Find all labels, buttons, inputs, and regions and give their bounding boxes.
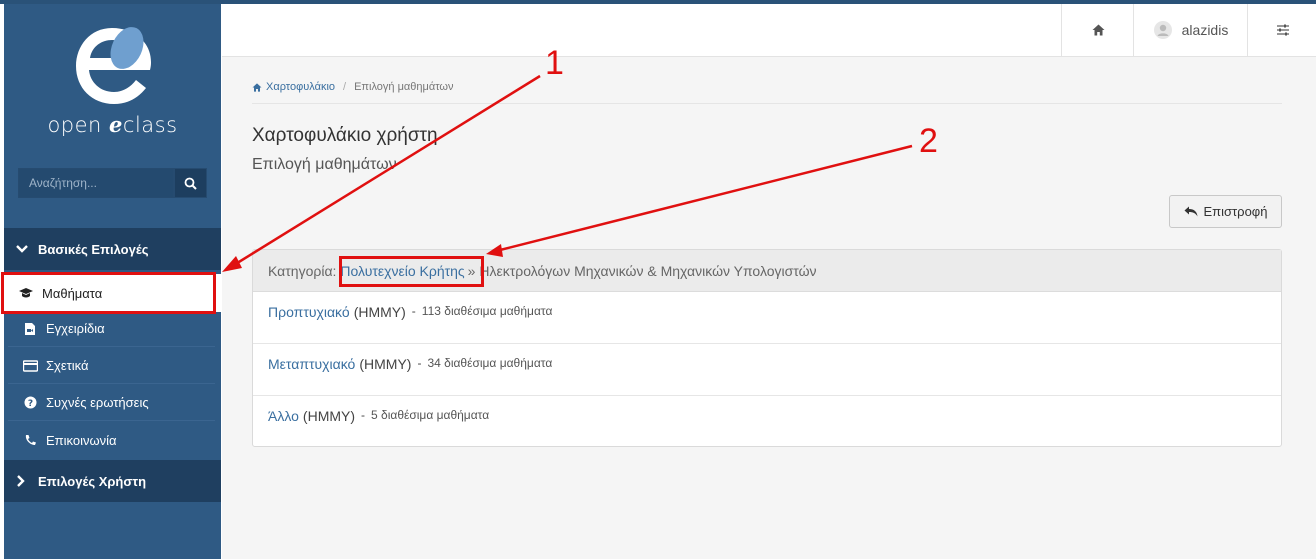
- department-code: (ΗΜΜΥ): [359, 356, 412, 372]
- chevron-right-icon: [16, 475, 30, 487]
- section-user-options-label: Επιλογές Χρήστη: [38, 473, 147, 489]
- video-file-icon: [22, 322, 38, 336]
- back-button-label: Επιστροφή: [1203, 204, 1268, 219]
- sidebar-item-contact[interactable]: Επικοινωνία: [8, 422, 215, 458]
- breadcrumb-separator: /: [343, 81, 347, 93]
- logo-word-class: class: [122, 113, 178, 137]
- main-content: Χαρτοφυλάκιο / Επιλογή μαθημάτων Χαρτοφυ…: [222, 57, 1316, 559]
- sidebar-item-about[interactable]: Σχετικά: [8, 348, 215, 384]
- sidebar-item-manuals[interactable]: Εγχειρίδια: [8, 311, 215, 347]
- list-item: Μεταπτυχιακό (ΗΜΜΥ) - 34 διαθέσιμα μαθήμ…: [253, 344, 1281, 396]
- sidebar-item-faq-label: Συχνές ερωτήσεις: [46, 395, 149, 410]
- course-level-link[interactable]: Άλλο: [268, 408, 299, 424]
- logo-word-e: e: [109, 112, 123, 137]
- settings-toggle-button[interactable]: [1247, 4, 1316, 56]
- sidebar-item-faq[interactable]: ? Συχνές ερωτήσεις: [8, 385, 215, 421]
- category-prefix: Κατηγορία:: [268, 262, 337, 279]
- phone-icon: [22, 433, 38, 447]
- logo[interactable]: open eclass: [4, 4, 221, 154]
- course-count: 5 διαθέσιμα μαθήματα: [371, 408, 490, 422]
- credit-card-icon: [22, 359, 38, 373]
- logo-word-open: open: [47, 113, 102, 137]
- course-level-link[interactable]: Μεταπτυχιακό: [268, 356, 355, 372]
- page-subtitle: Επιλογή μαθημάτων: [252, 156, 397, 173]
- course-count: 113 διαθέσιμα μαθήματα: [421, 304, 553, 318]
- breadcrumb: Χαρτοφυλάκιο / Επιλογή μαθημάτων: [252, 81, 453, 93]
- home-icon: [252, 82, 262, 92]
- annotation-box-2: [339, 256, 484, 287]
- sliders-icon: [1276, 24, 1289, 36]
- separator-dash: -: [417, 356, 422, 370]
- section-user-options[interactable]: Επιλογές Χρήστη: [4, 460, 221, 502]
- separator-dash: -: [361, 408, 366, 422]
- question-circle-icon: ?: [22, 396, 38, 410]
- category-path: » Ηλεκτρολόγων Μηχανικών & Μηχανικών Υπο…: [467, 262, 817, 279]
- eclass-logo-icon: [76, 27, 151, 104]
- user-menu[interactable]: alazidis: [1133, 4, 1248, 56]
- svg-text:?: ?: [27, 399, 32, 409]
- breadcrumb-home-label: Χαρτοφυλάκιο: [266, 81, 336, 93]
- annotation-number-2: 2: [919, 122, 938, 160]
- home-icon: [1092, 24, 1104, 36]
- section-basic-options[interactable]: Βασικές Επιλογές: [4, 228, 221, 270]
- list-item: Προπτυχιακό (ΗΜΜΥ) - 113 διαθέσιμα μαθήμ…: [253, 292, 1281, 344]
- course-level-link[interactable]: Προπτυχιακό: [268, 304, 350, 320]
- annotation-number-1: 1: [545, 44, 564, 82]
- breadcrumb-current: Επιλογή μαθημάτων: [354, 81, 454, 93]
- avatar-icon: [1153, 21, 1172, 39]
- course-count: 34 διαθέσιμα μαθήματα: [427, 356, 553, 370]
- section-basic-options-label: Βασικές Επιλογές: [38, 241, 149, 257]
- search-icon: [184, 177, 197, 190]
- sidebar-item-about-label: Σχετικά: [46, 358, 89, 373]
- sidebar-item-contact-label: Επικοινωνία: [46, 432, 117, 448]
- username: alazidis: [1181, 22, 1229, 38]
- home-button[interactable]: [1061, 4, 1134, 56]
- logo-text: open eclass: [4, 112, 221, 137]
- search-button[interactable]: [174, 168, 207, 198]
- search-form: [18, 168, 207, 198]
- separator-dash: -: [411, 304, 416, 318]
- chevron-down-icon: [16, 244, 30, 254]
- back-button[interactable]: Επιστροφή: [1169, 195, 1282, 228]
- search-input[interactable]: [18, 168, 174, 198]
- reply-arrow-icon: [1184, 206, 1198, 217]
- sidebar-item-manuals-label: Εγχειρίδια: [46, 321, 105, 336]
- breadcrumb-home[interactable]: Χαρτοφυλάκιο: [252, 81, 335, 93]
- divider: [252, 103, 1282, 104]
- top-navbar: alazidis: [222, 4, 1316, 57]
- department-code: (ΗΜΜΥ): [353, 304, 406, 320]
- department-code: (ΗΜΜΥ): [302, 408, 356, 424]
- page-title: Χαρτοφυλάκιο χρήστη: [252, 125, 438, 146]
- list-item: Άλλο (ΗΜΜΥ) - 5 διαθέσιμα μαθήματα: [253, 396, 1281, 448]
- annotation-box-1: [1, 272, 216, 314]
